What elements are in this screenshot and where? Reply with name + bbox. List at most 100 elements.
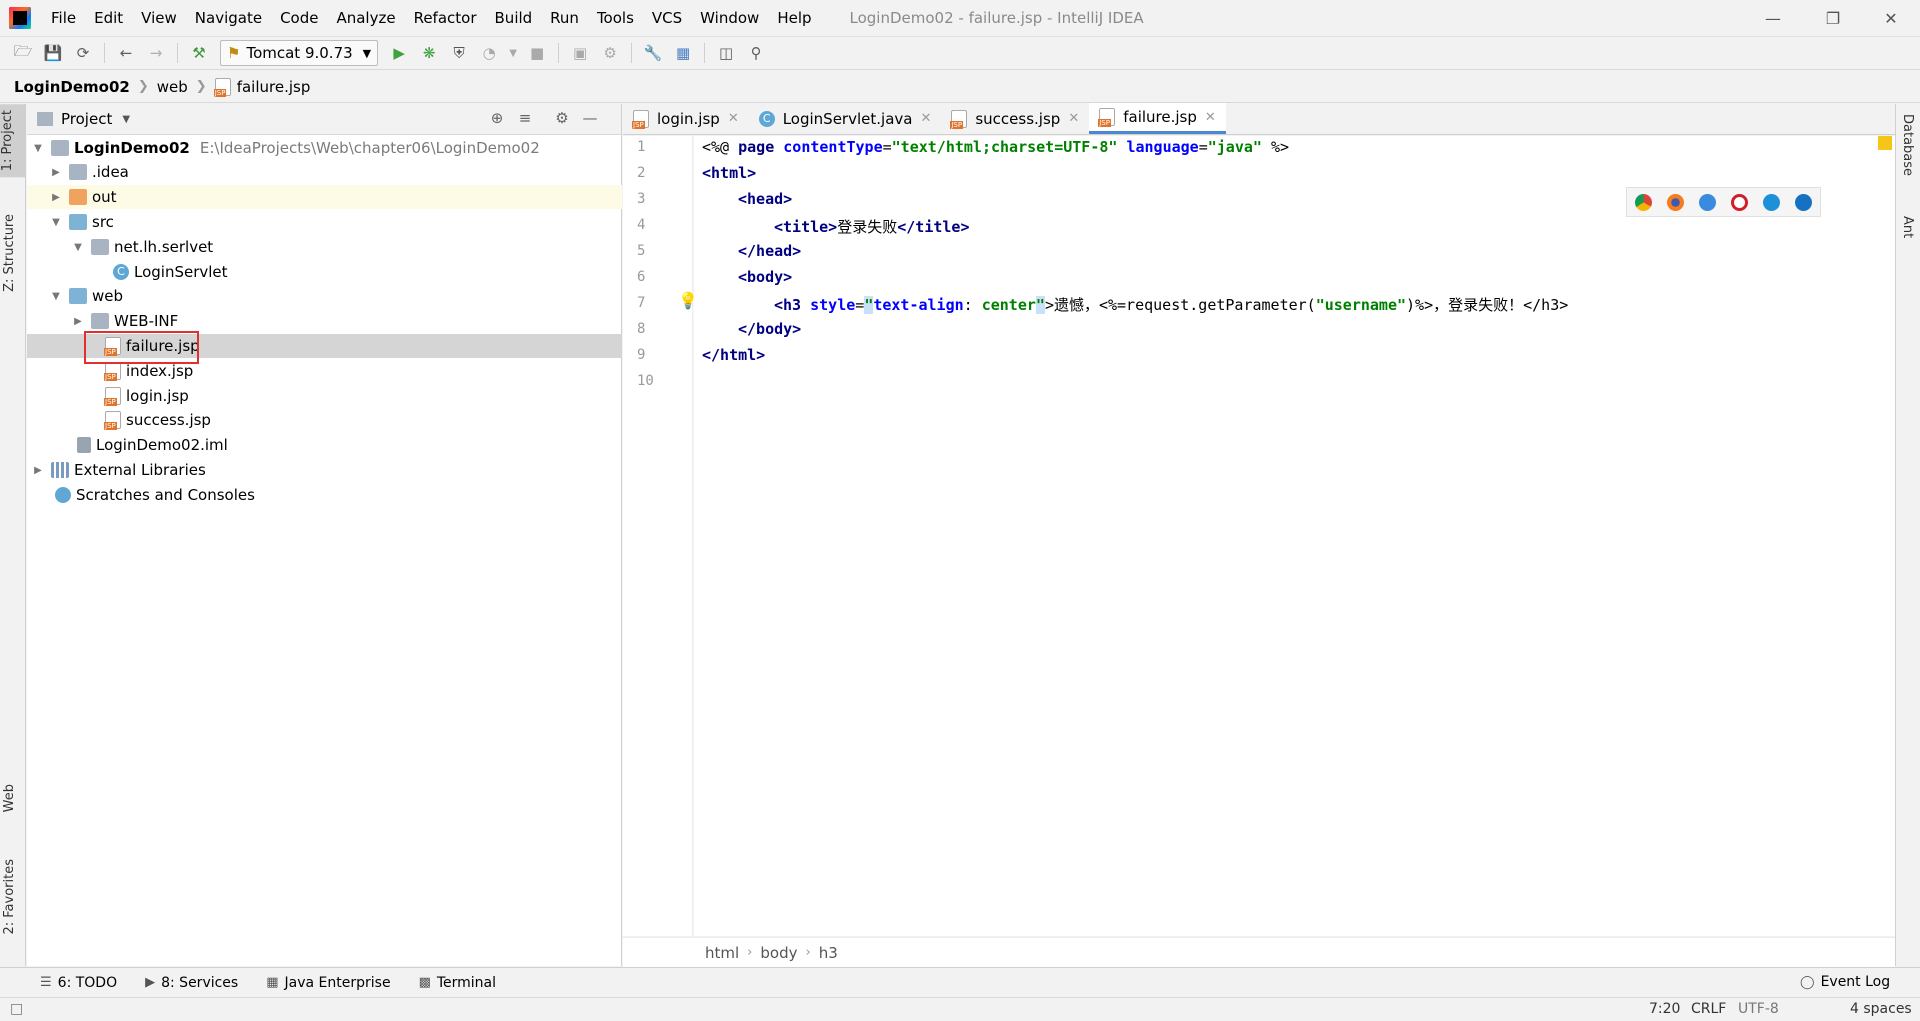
- menu-refactor[interactable]: Refactor: [406, 9, 487, 27]
- chevron-down-icon[interactable]: ▼: [122, 114, 130, 125]
- crumb-project[interactable]: LoginDemo02: [14, 78, 130, 96]
- inspection-status-icon[interactable]: [1878, 136, 1892, 150]
- edge-icon[interactable]: [1795, 193, 1813, 211]
- expand-arrow-icon[interactable]: ▶: [49, 167, 63, 178]
- close-icon[interactable]: ✕: [1205, 110, 1216, 125]
- locate-icon[interactable]: ⊕: [487, 109, 507, 129]
- forward-icon[interactable]: →: [145, 42, 167, 64]
- expand-arrow-icon[interactable]: ▼: [49, 217, 63, 228]
- settings-wrench-icon[interactable]: 🔧: [642, 42, 664, 64]
- close-icon[interactable]: ✕: [920, 111, 931, 126]
- tree-item-login-jsp[interactable]: login.jsp: [27, 384, 622, 408]
- safari-icon[interactable]: [1698, 193, 1716, 211]
- deploy-icon[interactable]: ⚙: [599, 42, 621, 64]
- open-folder-icon[interactable]: 🗁: [12, 42, 34, 64]
- menu-analyze[interactable]: Analyze: [328, 9, 405, 27]
- close-icon[interactable]: ✕: [728, 111, 739, 126]
- terminal-tab[interactable]: ▩ Terminal: [419, 975, 496, 991]
- chrome-icon[interactable]: [1634, 193, 1652, 211]
- crumb-file[interactable]: failure.jsp: [237, 78, 311, 96]
- firefox-icon[interactable]: [1666, 193, 1684, 211]
- debug-icon[interactable]: ❋: [418, 42, 440, 64]
- attach-debugger-icon[interactable]: ▣: [569, 42, 591, 64]
- tab-login-jsp[interactable]: login.jsp ✕: [623, 103, 749, 134]
- expand-arrow-icon[interactable]: ▼: [49, 291, 63, 302]
- services-tab[interactable]: ▶ 8: Services: [145, 975, 238, 991]
- tool-tab-favorites[interactable]: 2: Favorites: [2, 859, 17, 935]
- expand-arrow-icon[interactable]: ▶: [31, 465, 45, 476]
- project-view-select[interactable]: Project: [61, 110, 112, 128]
- opera-icon[interactable]: [1731, 193, 1749, 211]
- tab-success-jsp[interactable]: success.jsp ✕: [941, 103, 1089, 134]
- close-icon[interactable]: ✕: [1068, 111, 1079, 126]
- menu-navigate[interactable]: Navigate: [187, 9, 272, 27]
- tree-item-scratches[interactable]: Scratches and Consoles: [27, 483, 622, 507]
- tree-item-success-jsp[interactable]: success.jsp: [27, 408, 622, 432]
- stop-icon[interactable]: ■: [526, 42, 548, 64]
- terminal-window-icon[interactable]: ◫: [715, 42, 737, 64]
- profile-icon[interactable]: ◔: [478, 42, 500, 64]
- restore-icon[interactable]: ❐: [1805, 0, 1861, 36]
- search-icon[interactable]: ⚲: [745, 42, 767, 64]
- todo-tab[interactable]: ☰ 6: TODO: [40, 975, 117, 991]
- tool-tab-project[interactable]: 1: Project: [0, 104, 26, 178]
- minimize-icon[interactable]: —: [1745, 0, 1801, 36]
- menu-edit[interactable]: Edit: [86, 9, 133, 27]
- tree-item-iml[interactable]: LoginDemo02.iml: [27, 433, 622, 457]
- tab-failure-jsp[interactable]: failure.jsp ✕: [1089, 103, 1226, 134]
- caret-position[interactable]: 7:20: [1649, 1001, 1680, 1017]
- menu-tools[interactable]: Tools: [589, 9, 644, 27]
- line-separator[interactable]: CRLF: [1691, 1001, 1726, 1017]
- tree-item-web[interactable]: ▼ web: [27, 284, 622, 308]
- code-editor[interactable]: <%@ page contentType="text/html;charset=…: [694, 136, 1895, 936]
- tree-item-package[interactable]: ▼ net.lh.serlvet: [27, 235, 622, 259]
- tree-item-idea[interactable]: ▶ .idea: [27, 160, 622, 184]
- menu-window[interactable]: Window: [692, 9, 769, 27]
- menu-help[interactable]: Help: [769, 9, 821, 27]
- back-icon[interactable]: ←: [115, 42, 137, 64]
- tree-item-web-inf[interactable]: ▶ WEB-INF: [27, 309, 622, 333]
- event-log-tab[interactable]: ◯ Event Log: [1800, 974, 1890, 990]
- coverage-icon[interactable]: ⛨: [448, 42, 470, 64]
- tool-tab-database[interactable]: Database: [1900, 114, 1915, 176]
- menu-run[interactable]: Run: [542, 9, 589, 27]
- expand-arrow-icon[interactable]: ▼: [71, 242, 85, 253]
- tab-loginservlet-java[interactable]: C LoginServlet.java ✕: [749, 103, 942, 134]
- tree-item-src[interactable]: ▼ src: [27, 210, 622, 234]
- breadcrumb-h3[interactable]: h3: [819, 944, 838, 962]
- save-all-icon[interactable]: 💾: [42, 42, 64, 64]
- tree-item-external-libraries[interactable]: ▶ External Libraries: [27, 458, 622, 482]
- run-configuration-select[interactable]: ⚑ Tomcat 9.0.73 ▼: [220, 40, 379, 66]
- build-hammer-icon[interactable]: ⚒: [188, 42, 210, 64]
- internet-explorer-icon[interactable]: [1763, 193, 1781, 211]
- tree-item-loginservlet[interactable]: C LoginServlet: [27, 260, 622, 284]
- menu-vcs[interactable]: VCS: [644, 9, 692, 27]
- collapse-all-icon[interactable]: ≡: [515, 109, 535, 129]
- gear-icon[interactable]: ⚙: [552, 109, 572, 129]
- sync-icon[interactable]: ⟳: [72, 42, 94, 64]
- expand-arrow-icon[interactable]: ▶: [71, 316, 85, 327]
- java-enterprise-tab[interactable]: ▦ Java Enterprise: [266, 975, 390, 991]
- breadcrumb-body[interactable]: body: [760, 944, 797, 962]
- panel-toggle-icon[interactable]: □: [10, 1001, 23, 1017]
- crumb-web[interactable]: web: [157, 78, 188, 96]
- tool-tab-ant[interactable]: Ant: [1900, 216, 1915, 238]
- close-window-icon[interactable]: ✕: [1863, 0, 1919, 36]
- project-structure-icon[interactable]: ▦: [672, 42, 694, 64]
- menu-view[interactable]: View: [133, 9, 187, 27]
- file-encoding[interactable]: UTF-8: [1738, 1001, 1779, 1017]
- hide-panel-icon[interactable]: —: [580, 109, 600, 129]
- menu-build[interactable]: Build: [487, 9, 543, 27]
- run-icon[interactable]: ▶: [388, 42, 410, 64]
- profile-dropdown-icon[interactable]: ▼: [508, 42, 518, 64]
- tree-item-project-root[interactable]: ▼ LoginDemo02 E:\IdeaProjects\Web\chapte…: [27, 136, 622, 160]
- menu-code[interactable]: Code: [272, 9, 328, 27]
- expand-arrow-icon[interactable]: ▶: [49, 192, 63, 203]
- tool-tab-web[interactable]: Web: [2, 784, 17, 812]
- expand-arrow-icon[interactable]: ▼: [31, 143, 45, 154]
- tree-item-out[interactable]: ▶ out: [27, 185, 622, 209]
- menu-file[interactable]: File: [43, 9, 86, 27]
- indent-setting[interactable]: 4 spaces: [1850, 1001, 1912, 1017]
- tool-tab-structure[interactable]: Z: Structure: [2, 214, 17, 292]
- breadcrumb-html[interactable]: html: [705, 944, 739, 962]
